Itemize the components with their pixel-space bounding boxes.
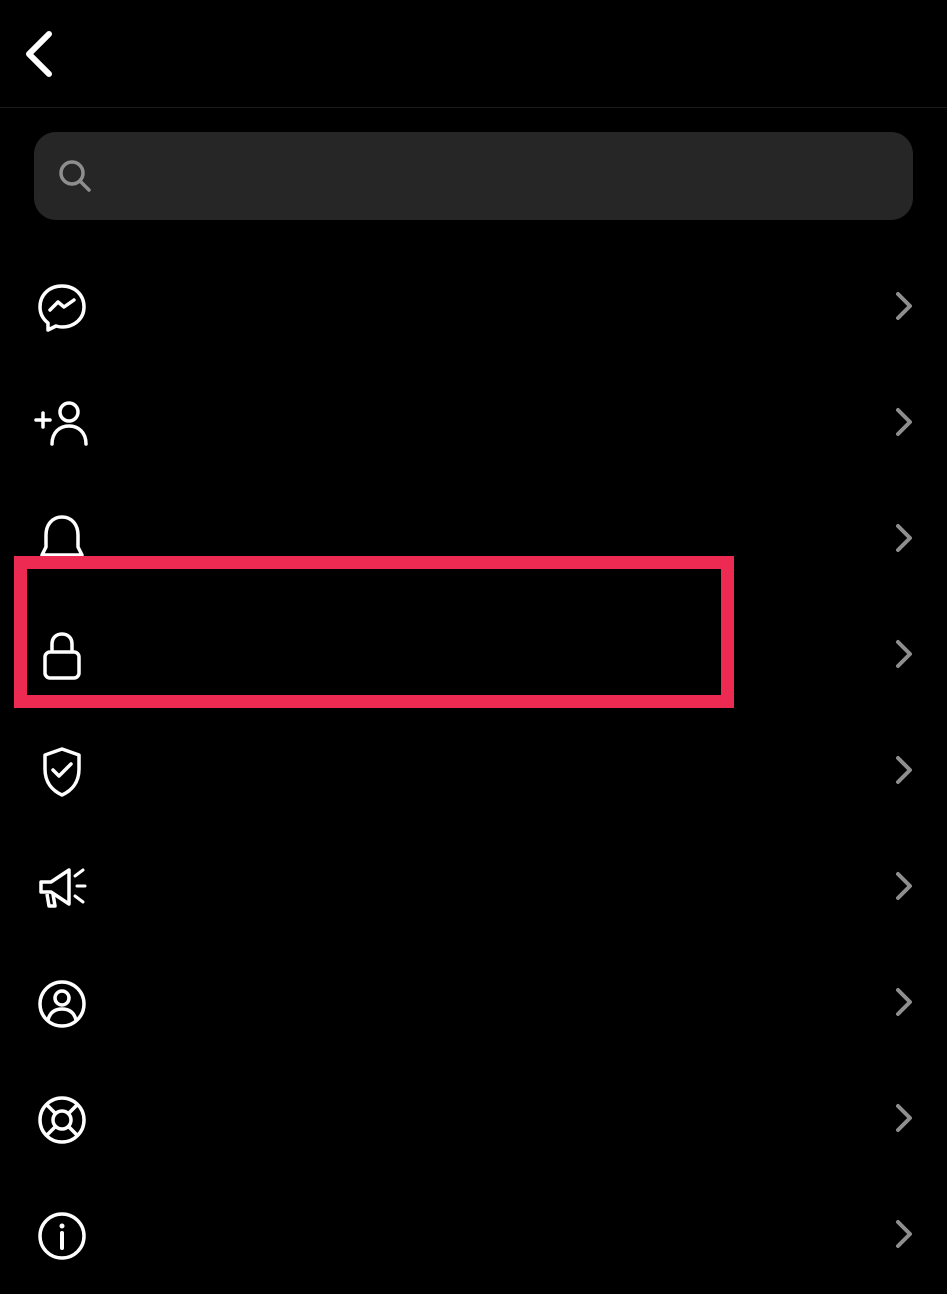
menu-item-privacy[interactable]: [34, 598, 913, 714]
add-person-icon: [34, 398, 90, 450]
chevron-right-icon: [895, 755, 913, 789]
content: [0, 108, 947, 1294]
lifebuoy-icon: [34, 1094, 90, 1146]
chevron-left-icon: [24, 29, 54, 79]
menu-item-follow-invite[interactable]: [34, 366, 913, 482]
chevron-right-icon: [895, 987, 913, 1021]
person-circle-icon: [34, 978, 90, 1030]
menu-item-update-messaging[interactable]: [34, 250, 913, 366]
chevron-right-icon: [895, 291, 913, 325]
chevron-right-icon: [895, 639, 913, 673]
shield-check-icon: [34, 745, 90, 799]
menu-item-notifications[interactable]: [34, 482, 913, 598]
search-input[interactable]: [34, 132, 913, 220]
chevron-right-icon: [895, 1219, 913, 1253]
chevron-right-icon: [895, 407, 913, 441]
chevron-right-icon: [895, 523, 913, 557]
menu-item-ads[interactable]: [34, 830, 913, 946]
bell-icon: [34, 513, 90, 567]
back-button[interactable]: [24, 29, 54, 79]
header: [0, 0, 947, 108]
lock-icon: [34, 630, 90, 682]
menu-item-security[interactable]: [34, 714, 913, 830]
megaphone-icon: [34, 864, 90, 912]
messenger-icon: [34, 282, 90, 334]
chevron-right-icon: [895, 871, 913, 905]
menu-item-about[interactable]: [34, 1178, 913, 1294]
info-circle-icon: [34, 1210, 90, 1262]
menu-item-account[interactable]: [34, 946, 913, 1062]
chevron-right-icon: [895, 1103, 913, 1137]
menu-item-help[interactable]: [34, 1062, 913, 1178]
search-icon: [58, 159, 92, 193]
